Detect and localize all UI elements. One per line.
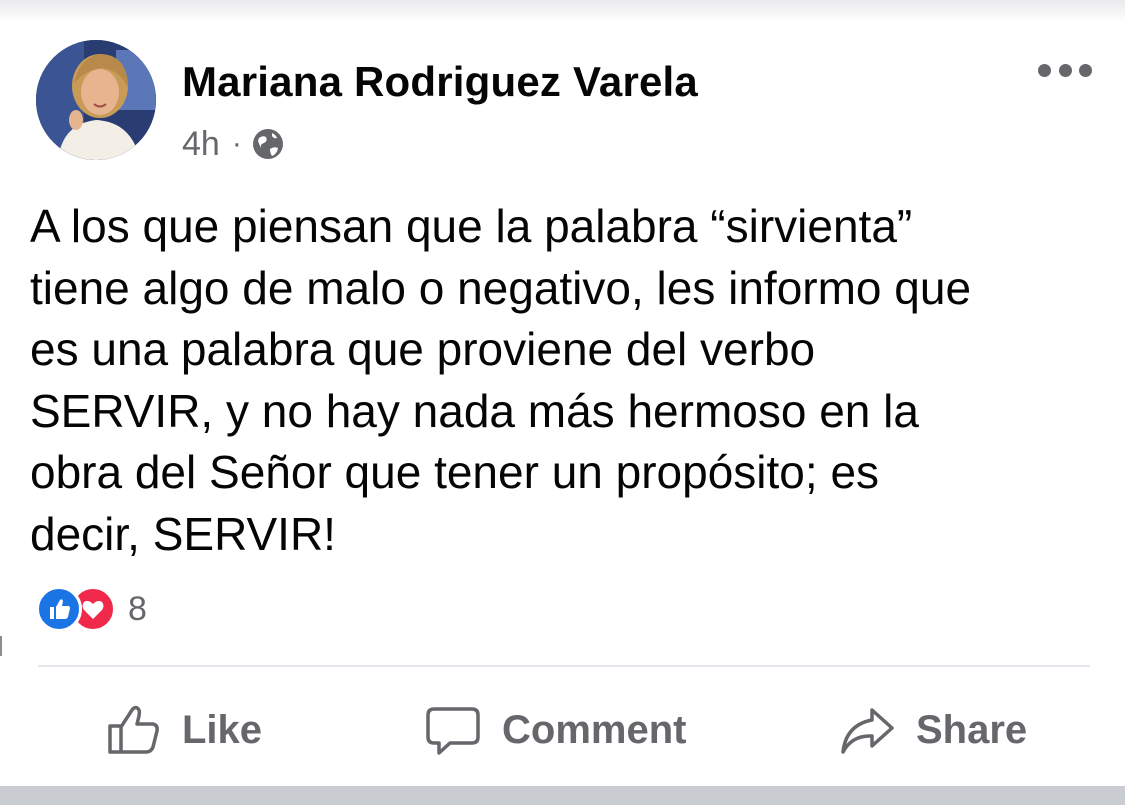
- meta-separator: ·: [231, 127, 242, 160]
- post-text-line: A los que piensan que la palabra “sirvie…: [30, 200, 913, 252]
- post-text-line: SERVIR, y no hay nada más hermoso en la: [30, 384, 919, 437]
- comment-icon: [426, 707, 480, 755]
- like-button[interactable]: Like: [104, 690, 262, 770]
- top-shade: [0, 0, 1125, 22]
- post-text-line: tiene algo de malo o negativo, les infor…: [30, 261, 972, 314]
- reactions-summary[interactable]: 8: [36, 585, 147, 633]
- post-meta: 4h ·: [182, 121, 285, 167]
- post-text-line: obra del Señor que tener un propósito; e…: [30, 446, 880, 498]
- facebook-post: Mariana Rodriguez Varela 4h · A los que …: [0, 0, 1125, 805]
- share-icon: [841, 708, 894, 754]
- reaction-count: 8: [128, 589, 147, 628]
- divider: [38, 665, 1090, 667]
- like-label: Like: [182, 707, 263, 752]
- more-options-icon[interactable]: [1038, 58, 1092, 82]
- post-time[interactable]: 4h: [182, 125, 220, 164]
- avatar-photo: [36, 40, 156, 160]
- thumbs-up-icon: [108, 705, 159, 754]
- globe-icon[interactable]: [251, 127, 285, 161]
- post-text: A los que piensan que la palabra “sirvie…: [30, 196, 1110, 565]
- post-text-line: es una palabra que proviene del verbo: [30, 323, 816, 375]
- share-button[interactable]: Share: [838, 690, 1027, 770]
- author-name[interactable]: Mariana Rodriguez Varela: [182, 58, 698, 106]
- share-label: Share: [916, 707, 1028, 752]
- bottom-bar: [0, 786, 1125, 805]
- comment-button[interactable]: Comment: [424, 690, 686, 770]
- avatar[interactable]: [36, 40, 156, 160]
- like-reaction-icon: [36, 586, 82, 632]
- edge-mark: [0, 636, 2, 656]
- action-bar: Like Comment Share: [0, 690, 1125, 770]
- post-text-line: decir, SERVIR!: [30, 507, 336, 560]
- comment-label: Comment: [502, 707, 687, 752]
